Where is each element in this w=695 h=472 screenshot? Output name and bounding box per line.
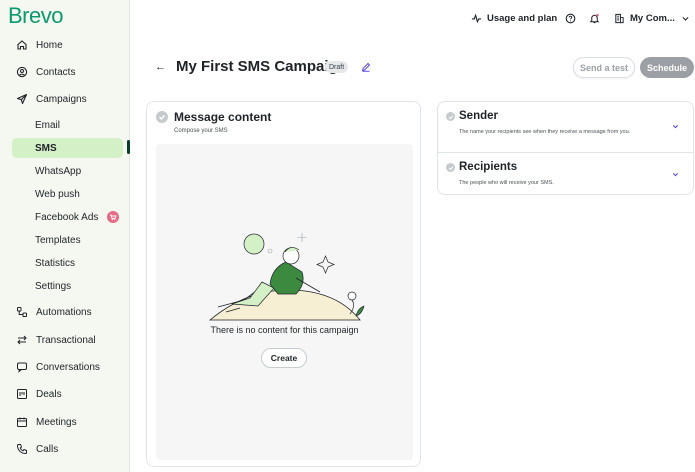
sidebar-item-label: Contacts bbox=[36, 66, 76, 78]
sidebar-item-meetings[interactable]: Meetings bbox=[0, 411, 130, 433]
sender-section[interactable]: Sender The name your recipients see when… bbox=[438, 102, 693, 152]
usage-label: Usage and plan bbox=[487, 13, 558, 24]
sidebar-item-label: Transactional bbox=[36, 334, 96, 346]
sidebar: Brevo Home Contacts Campaigns Email SMS … bbox=[0, 0, 130, 472]
empty-state-text: There is no content for this campaign bbox=[210, 325, 359, 335]
back-arrow-icon[interactable]: ← bbox=[155, 61, 166, 73]
usage-and-plan-button[interactable]: Usage and plan bbox=[471, 13, 557, 24]
sidebar-item-home[interactable]: Home bbox=[0, 34, 130, 56]
create-button[interactable]: Create bbox=[261, 348, 307, 368]
message-content-subtitle: Compose your SMS bbox=[174, 128, 228, 134]
top-bar: Usage and plan My Com... bbox=[131, 0, 695, 36]
deals-icon bbox=[16, 388, 28, 400]
sidebar-sub-sms[interactable]: SMS bbox=[12, 138, 123, 158]
sidebar-item-label: Meetings bbox=[36, 416, 77, 428]
message-content-title: Message content bbox=[174, 110, 272, 124]
brevo-logo[interactable]: Brevo bbox=[8, 3, 63, 29]
message-content-card: Message content Compose your SMS There i… bbox=[146, 101, 421, 467]
sidebar-sub-whatsapp[interactable]: WhatsApp bbox=[35, 161, 81, 181]
sidebar-item-label: Automations bbox=[36, 306, 92, 318]
recipients-title: Recipients bbox=[459, 161, 518, 173]
help-icon bbox=[565, 13, 576, 24]
sidebar-item-label: Home bbox=[36, 39, 63, 51]
transfer-icon bbox=[16, 334, 28, 346]
sidebar-item-label: Campaigns bbox=[36, 93, 87, 105]
sidebar-item-transactional[interactable]: Transactional bbox=[0, 329, 130, 351]
help-button[interactable] bbox=[565, 13, 576, 24]
chat-icon bbox=[16, 361, 28, 373]
chevron-down-icon bbox=[672, 125, 679, 129]
calendar-icon bbox=[16, 416, 28, 428]
sidebar-sub-email[interactable]: Email bbox=[35, 115, 60, 135]
check-icon bbox=[446, 112, 455, 121]
sender-subtitle: The name your recipients see when they r… bbox=[459, 129, 631, 135]
sidebar-item-label: Conversations bbox=[36, 361, 100, 373]
sidebar-item-contacts[interactable]: Contacts bbox=[0, 61, 130, 83]
check-icon bbox=[156, 111, 168, 123]
send-test-button[interactable]: Send a test bbox=[573, 57, 635, 78]
sidebar-item-conversations[interactable]: Conversations bbox=[0, 356, 130, 378]
home-icon bbox=[16, 39, 28, 51]
sidebar-sub-web-push[interactable]: Web push bbox=[35, 184, 80, 204]
recipients-subtitle: The people who will receive your SMS. bbox=[459, 180, 554, 186]
settings-card: Sender The name your recipients see when… bbox=[437, 101, 694, 195]
sidebar-sub-templates[interactable]: Templates bbox=[35, 230, 81, 250]
sidebar-sub-statistics[interactable]: Statistics bbox=[35, 253, 75, 273]
activity-icon bbox=[471, 13, 482, 24]
pencil-icon[interactable] bbox=[361, 62, 371, 72]
chevron-down-icon bbox=[672, 173, 679, 177]
phone-icon bbox=[16, 443, 28, 455]
chevron-down-icon bbox=[681, 14, 690, 23]
sender-title: Sender bbox=[459, 110, 498, 122]
empty-state-illustration bbox=[208, 233, 365, 321]
account-label: My Com... bbox=[630, 13, 675, 24]
sidebar-item-automations[interactable]: Automations bbox=[0, 301, 130, 323]
cart-icon bbox=[107, 211, 120, 223]
recipients-section[interactable]: Recipients The people who will receive y… bbox=[438, 153, 693, 196]
sidebar-item-calls[interactable]: Calls bbox=[0, 438, 130, 460]
sidebar-sub-settings[interactable]: Settings bbox=[35, 276, 71, 296]
sidebar-item-label: Calls bbox=[36, 443, 59, 455]
sidebar-item-label: Deals bbox=[36, 388, 62, 400]
empty-state: There is no content for this campaign Cr… bbox=[156, 144, 413, 460]
sidebar-sub-label: Facebook Ads bbox=[35, 211, 99, 223]
contacts-icon bbox=[16, 66, 28, 78]
notifications-button[interactable] bbox=[589, 13, 600, 24]
sidebar-item-campaigns[interactable]: Campaigns bbox=[0, 88, 130, 110]
send-icon bbox=[16, 93, 28, 105]
sidebar-sub-facebook-ads[interactable]: Facebook Ads bbox=[35, 207, 120, 227]
sidebar-item-deals[interactable]: Deals bbox=[0, 383, 130, 405]
active-indicator bbox=[127, 140, 130, 154]
account-menu-button[interactable]: My Com... bbox=[614, 13, 690, 24]
check-icon bbox=[446, 163, 455, 172]
building-icon bbox=[614, 13, 625, 24]
status-badge: Draft bbox=[325, 61, 349, 73]
automation-icon bbox=[16, 306, 28, 318]
schedule-button[interactable]: Schedule bbox=[640, 57, 694, 78]
page-title: My First SMS Campaign bbox=[176, 58, 347, 75]
bell-icon bbox=[589, 13, 600, 24]
